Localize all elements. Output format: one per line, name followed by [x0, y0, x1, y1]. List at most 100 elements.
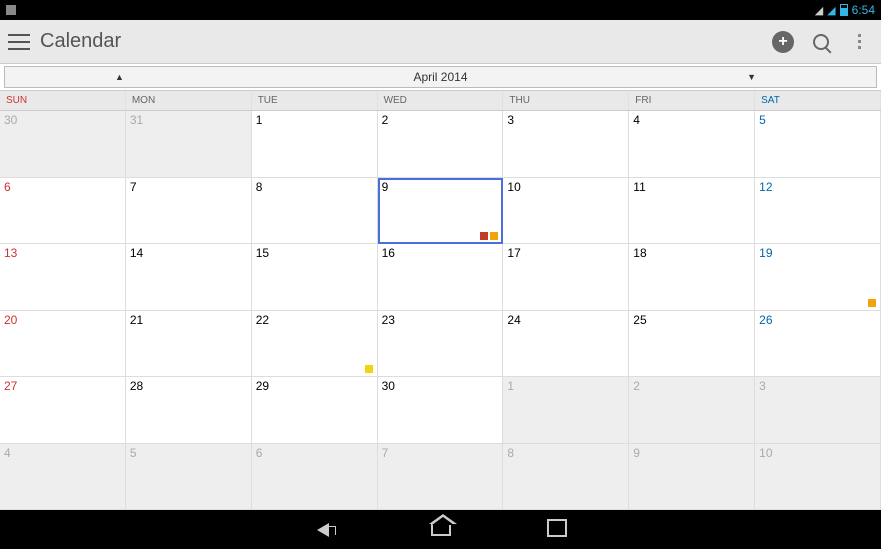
- weekday-header: MON: [126, 91, 252, 110]
- day-cell[interactable]: 30: [0, 111, 126, 178]
- day-number: 24: [507, 313, 520, 327]
- day-number: 12: [759, 180, 772, 194]
- day-number: 31: [130, 113, 143, 127]
- battery-icon: [840, 4, 848, 16]
- weekday-header-row: SUN MON TUE WED THU FRI SAT: [0, 90, 881, 111]
- day-cell[interactable]: 21: [126, 311, 252, 378]
- day-number: 2: [633, 379, 640, 393]
- day-number: 9: [633, 446, 640, 460]
- day-number: 21: [130, 313, 143, 327]
- add-event-button[interactable]: +: [769, 28, 797, 56]
- day-number: 10: [759, 446, 772, 460]
- day-cell[interactable]: 28: [126, 377, 252, 444]
- day-cell[interactable]: 17: [503, 244, 629, 311]
- day-number: 3: [759, 379, 766, 393]
- weekday-header: THU: [503, 91, 629, 110]
- day-cell[interactable]: 31: [126, 111, 252, 178]
- day-cell[interactable]: 23: [378, 311, 504, 378]
- day-cell[interactable]: 10: [503, 178, 629, 245]
- day-cell[interactable]: 15: [252, 244, 378, 311]
- day-cell[interactable]: 13: [0, 244, 126, 311]
- day-cell[interactable]: 1: [503, 377, 629, 444]
- day-cell[interactable]: 16: [378, 244, 504, 311]
- day-cell[interactable]: 12: [755, 178, 881, 245]
- day-cell[interactable]: 26: [755, 311, 881, 378]
- next-month-icon: ▼: [747, 72, 756, 82]
- day-number: 7: [382, 446, 389, 460]
- day-number: 30: [382, 379, 395, 393]
- day-number: 11: [633, 180, 645, 194]
- day-cell[interactable]: 6: [252, 444, 378, 511]
- day-number: 2: [382, 113, 389, 127]
- overflow-menu-button[interactable]: [845, 28, 873, 56]
- event-marker-icon: [490, 232, 498, 240]
- day-cell[interactable]: 24: [503, 311, 629, 378]
- overflow-icon: [858, 34, 861, 49]
- day-cell[interactable]: 8: [503, 444, 629, 511]
- weekday-header: FRI: [629, 91, 755, 110]
- day-cell[interactable]: 1: [252, 111, 378, 178]
- day-cell[interactable]: 19: [755, 244, 881, 311]
- day-cell[interactable]: 20: [0, 311, 126, 378]
- event-markers: [480, 232, 498, 240]
- day-number: 25: [633, 313, 646, 327]
- day-cell[interactable]: 9: [378, 178, 504, 245]
- day-number: 18: [633, 246, 646, 260]
- day-cell[interactable]: 4: [629, 111, 755, 178]
- day-number: 19: [759, 246, 772, 260]
- day-number: 20: [4, 313, 17, 327]
- day-number: 9: [382, 180, 389, 194]
- action-bar: Calendar +: [0, 20, 881, 64]
- day-cell[interactable]: 5: [755, 111, 881, 178]
- event-marker-icon: [365, 365, 373, 373]
- event-markers: [365, 365, 373, 373]
- day-cell[interactable]: 10: [755, 444, 881, 511]
- day-number: 8: [507, 446, 514, 460]
- day-cell[interactable]: 25: [629, 311, 755, 378]
- day-cell[interactable]: 9: [629, 444, 755, 511]
- day-cell[interactable]: 7: [378, 444, 504, 511]
- day-number: 26: [759, 313, 772, 327]
- day-cell[interactable]: 11: [629, 178, 755, 245]
- weekday-header: SUN: [0, 91, 126, 110]
- weekday-header: TUE: [252, 91, 378, 110]
- recent-icon: [551, 523, 567, 537]
- day-number: 27: [4, 379, 17, 393]
- day-number: 17: [507, 246, 520, 260]
- day-cell[interactable]: 4: [0, 444, 126, 511]
- home-icon: [431, 524, 451, 536]
- day-cell[interactable]: 8: [252, 178, 378, 245]
- event-marker-icon: [480, 232, 488, 240]
- day-cell[interactable]: 2: [629, 377, 755, 444]
- month-label: April 2014: [413, 70, 467, 84]
- day-cell[interactable]: 27: [0, 377, 126, 444]
- weekday-header: SAT: [755, 91, 881, 110]
- day-cell[interactable]: 30: [378, 377, 504, 444]
- day-number: 22: [256, 313, 269, 327]
- day-cell[interactable]: 14: [126, 244, 252, 311]
- notification-icon: [6, 5, 16, 15]
- signal-icon: ◢: [815, 4, 823, 17]
- search-button[interactable]: [807, 28, 835, 56]
- recent-apps-button[interactable]: [545, 516, 573, 544]
- back-button[interactable]: [309, 516, 337, 544]
- search-icon: [813, 34, 829, 50]
- day-cell[interactable]: 29: [252, 377, 378, 444]
- day-cell[interactable]: 22: [252, 311, 378, 378]
- wifi-icon: ◢: [827, 4, 835, 17]
- day-cell[interactable]: 3: [755, 377, 881, 444]
- app-title: Calendar: [40, 30, 121, 53]
- android-nav-bar: [0, 510, 881, 549]
- day-number: 30: [4, 113, 17, 127]
- day-number: 29: [256, 379, 269, 393]
- day-cell[interactable]: 6: [0, 178, 126, 245]
- day-cell[interactable]: 3: [503, 111, 629, 178]
- day-cell[interactable]: 5: [126, 444, 252, 511]
- day-cell[interactable]: 7: [126, 178, 252, 245]
- menu-icon[interactable]: [8, 34, 30, 50]
- home-button[interactable]: [427, 516, 455, 544]
- month-selector[interactable]: ▲ April 2014 ▼: [4, 66, 877, 88]
- clock-text: 6:54: [852, 3, 875, 17]
- day-cell[interactable]: 18: [629, 244, 755, 311]
- day-cell[interactable]: 2: [378, 111, 504, 178]
